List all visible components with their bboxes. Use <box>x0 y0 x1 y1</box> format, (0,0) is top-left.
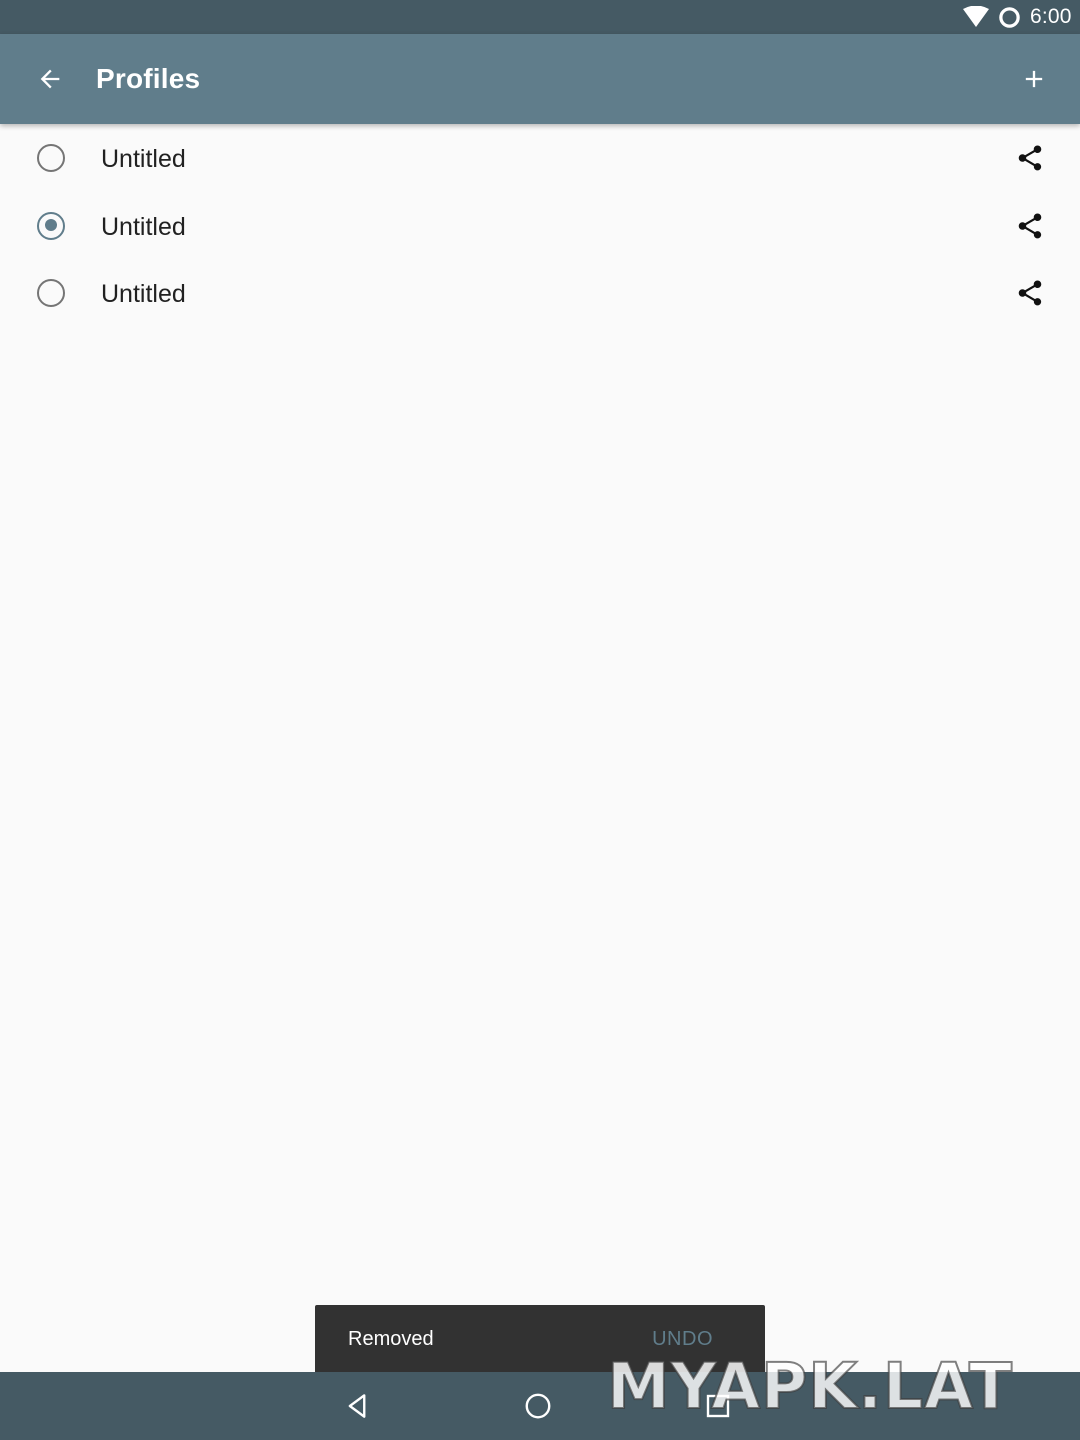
home-circle-icon <box>525 1393 551 1419</box>
share-icon <box>1018 213 1042 238</box>
profile-list: Untitled Untitled Untitled <box>0 124 1080 327</box>
profile-label: Untitled <box>101 212 186 241</box>
profile-label: Untitled <box>101 145 186 173</box>
share-icon <box>1018 145 1042 171</box>
profile-radio[interactable] <box>37 279 65 307</box>
profile-radio[interactable] <box>37 144 65 172</box>
watermark: MYAPK.LAT <box>606 1350 1013 1423</box>
profile-label: Untitled <box>101 280 186 308</box>
sync-ring-icon <box>999 7 1020 28</box>
status-time: 6:00 <box>1030 5 1072 28</box>
profile-radio-selected[interactable] <box>37 211 65 240</box>
page-title: Profiles <box>96 63 201 94</box>
share-button[interactable] <box>1006 134 1054 182</box>
share-button[interactable] <box>1006 202 1054 250</box>
share-button[interactable] <box>1006 269 1054 317</box>
undo-button[interactable]: UNDO <box>652 1327 713 1351</box>
back-button[interactable] <box>26 55 74 103</box>
nav-home-button[interactable] <box>514 1382 562 1430</box>
app-bar: Profiles <box>0 34 1080 124</box>
snackbar-message: Removed <box>348 1328 434 1350</box>
arrow-back-icon <box>40 69 60 89</box>
profile-row[interactable]: Untitled <box>0 124 1080 192</box>
add-profile-button[interactable] <box>1010 55 1058 103</box>
share-icon <box>1018 280 1042 306</box>
back-triangle-icon <box>348 1394 366 1418</box>
wifi-icon <box>963 6 989 27</box>
status-bar: 6:00 <box>0 0 1080 34</box>
plus-icon <box>1025 70 1043 88</box>
profile-row[interactable]: Untitled <box>0 192 1080 260</box>
nav-back-button[interactable] <box>334 1382 382 1430</box>
profile-row[interactable]: Untitled <box>0 259 1080 327</box>
